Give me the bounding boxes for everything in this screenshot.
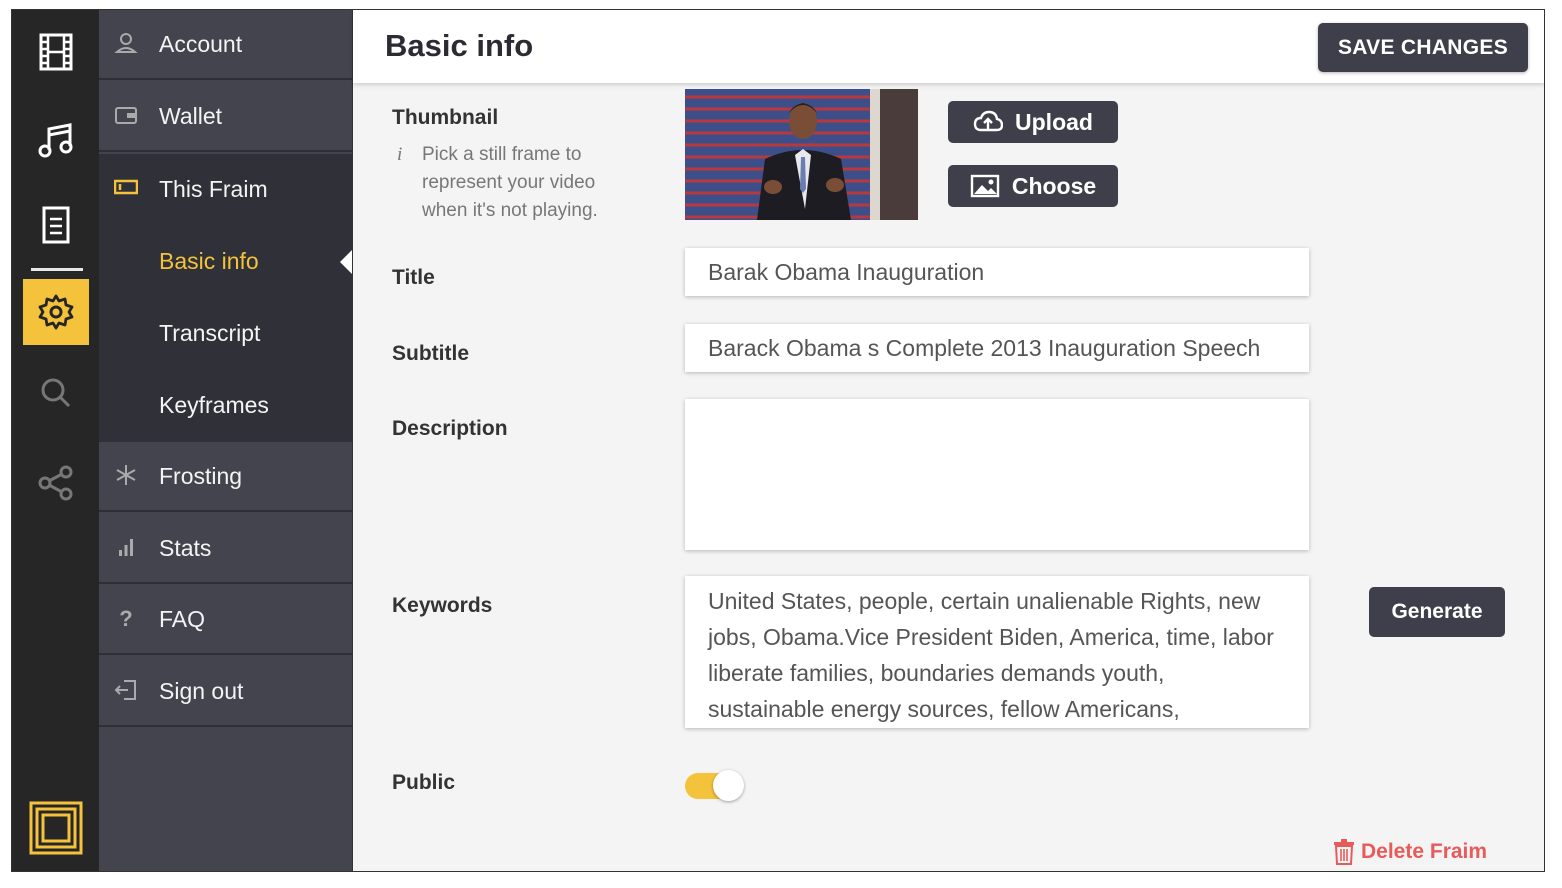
app-window: Account Wallet Basic info Transcript Key… bbox=[11, 9, 1545, 872]
sidebar-item-keyframes[interactable]: Keyframes bbox=[99, 370, 352, 442]
info-icon: i bbox=[397, 144, 403, 165]
submenu-item-label: Keyframes bbox=[159, 392, 269, 418]
cloud-upload-icon bbox=[973, 110, 1004, 132]
film-icon[interactable] bbox=[23, 19, 89, 85]
subtitle-label: Subtitle bbox=[392, 342, 469, 365]
public-toggle[interactable] bbox=[685, 770, 745, 801]
toggle-knob bbox=[713, 770, 744, 801]
submenu-item-label: Basic info bbox=[159, 248, 259, 274]
main-content: Basic info SAVE CHANGES Thumbnail i Pick… bbox=[352, 10, 1544, 871]
generate-button[interactable]: Generate bbox=[1369, 587, 1505, 637]
choose-button[interactable]: Choose bbox=[948, 165, 1118, 207]
sidebar-item-transcript[interactable]: Transcript bbox=[99, 298, 352, 370]
menu-item-label: This Fraim bbox=[159, 175, 268, 202]
question-icon: ? bbox=[113, 605, 139, 631]
description-textarea[interactable] bbox=[685, 399, 1309, 550]
wallet-icon bbox=[113, 102, 139, 128]
menu-item-account[interactable]: Account bbox=[99, 10, 352, 80]
trash-icon bbox=[1334, 839, 1354, 865]
menu-item-label: Wallet bbox=[159, 102, 223, 129]
menu-item-sign-out[interactable]: Sign out bbox=[99, 657, 352, 727]
choose-label: Choose bbox=[1011, 172, 1097, 199]
active-indicator bbox=[340, 250, 352, 274]
thumbnail-image[interactable] bbox=[685, 89, 918, 220]
rail-divider bbox=[31, 268, 83, 271]
public-label: Public bbox=[392, 771, 456, 794]
menu-item-faq[interactable]: ? FAQ bbox=[99, 585, 352, 655]
delete-fraim-link[interactable]: Delete Fraim bbox=[1333, 839, 1487, 865]
keywords-label: Keywords bbox=[392, 594, 493, 617]
keywords-textarea[interactable]: United States, people, certain unalienab… bbox=[685, 576, 1309, 728]
asterisk-icon bbox=[113, 462, 139, 488]
upload-label: Upload bbox=[1015, 108, 1093, 135]
description-label: Description bbox=[392, 417, 508, 440]
settings-menu: Account Wallet Basic info Transcript Key… bbox=[99, 10, 352, 871]
user-icon bbox=[113, 30, 139, 56]
menu-item-this-fraim[interactable]: This Fraim bbox=[99, 154, 352, 224]
page-header: Basic info SAVE CHANGES bbox=[353, 10, 1544, 83]
save-changes-button[interactable]: SAVE CHANGES bbox=[1318, 23, 1528, 72]
thumbnail-hint-text: Pick a still frame to represent your vid… bbox=[422, 144, 598, 221]
sign-out-icon bbox=[113, 677, 139, 703]
frame-icon bbox=[113, 174, 139, 200]
menu-item-frosting[interactable]: Frosting bbox=[99, 442, 352, 512]
search-icon[interactable] bbox=[23, 360, 89, 426]
menu-item-label: Stats bbox=[159, 534, 212, 561]
menu-item-wallet[interactable]: Wallet bbox=[99, 82, 352, 152]
submenu-item-label: Transcript bbox=[159, 320, 261, 346]
icon-rail bbox=[12, 10, 99, 871]
menu-item-label: Sign out bbox=[159, 677, 244, 704]
image-icon bbox=[970, 174, 1000, 198]
sidebar-item-basic-info[interactable]: Basic info bbox=[99, 226, 352, 298]
page-title: Basic info bbox=[385, 28, 534, 63]
title-label: Title bbox=[392, 266, 435, 289]
menu-item-label: Frosting bbox=[159, 462, 243, 489]
thumbnail-label: Thumbnail bbox=[392, 106, 499, 129]
share-icon[interactable] bbox=[23, 450, 89, 516]
menu-item-label: Account bbox=[159, 30, 243, 57]
upload-button[interactable]: Upload bbox=[948, 101, 1118, 143]
subtitle-input[interactable] bbox=[685, 324, 1309, 372]
svg-text:?: ? bbox=[119, 606, 132, 630]
music-icon[interactable] bbox=[23, 107, 89, 173]
menu-item-stats[interactable]: Stats bbox=[99, 514, 352, 584]
delete-label: Delete Fraim bbox=[1361, 840, 1488, 863]
menu-item-label: FAQ bbox=[159, 605, 206, 632]
logo-icon[interactable] bbox=[23, 795, 89, 861]
bar-chart-icon bbox=[113, 534, 139, 560]
title-input[interactable] bbox=[685, 248, 1309, 296]
gear-icon[interactable] bbox=[23, 279, 89, 345]
document-icon[interactable] bbox=[23, 192, 89, 258]
